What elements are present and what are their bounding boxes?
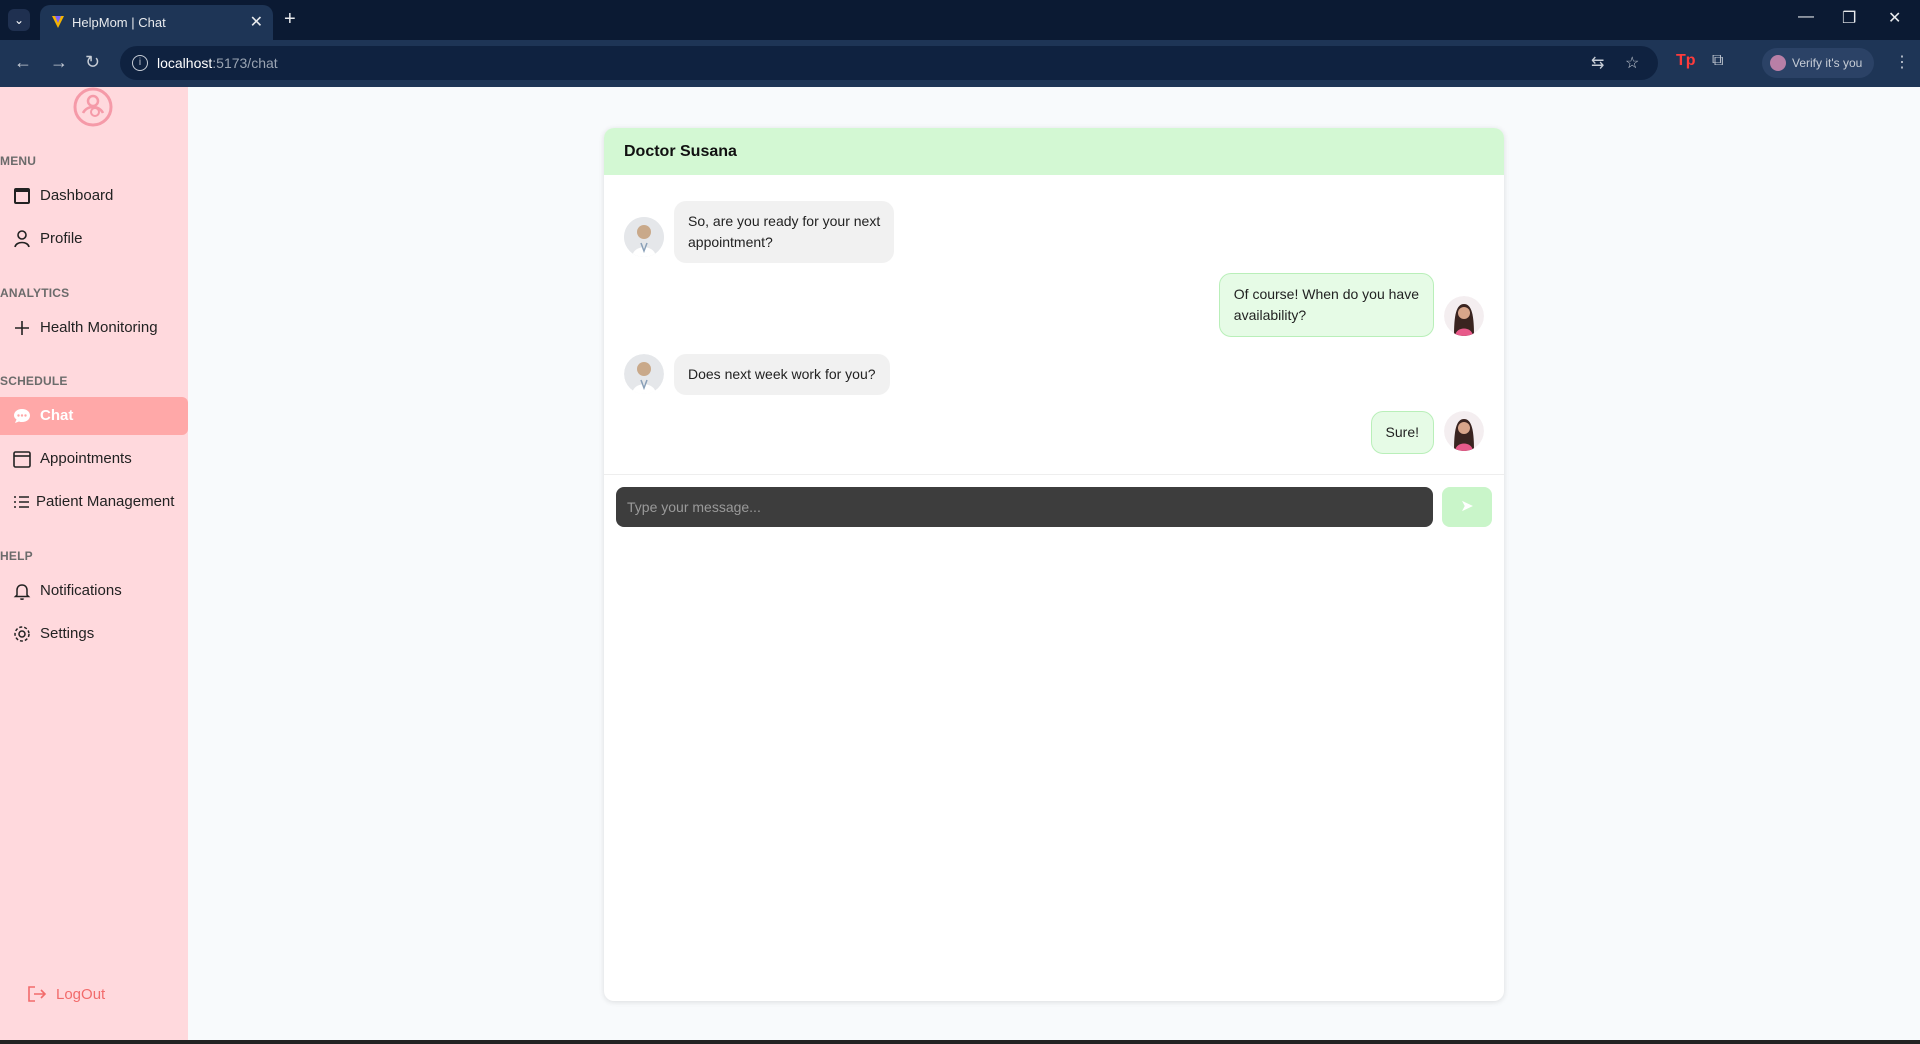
sidebar-item-notifications[interactable]: Notifications bbox=[0, 572, 188, 610]
section-help: HELP bbox=[0, 549, 33, 563]
back-icon[interactable]: ← bbox=[14, 52, 32, 73]
send-icon: ➤ bbox=[1460, 498, 1474, 515]
browser-tab-bar: ⌄ HelpMom | Chat ✕ + — ❐ ✕ bbox=[0, 0, 1920, 40]
tab-list-button[interactable]: ⌄ bbox=[8, 9, 30, 31]
message-bubble-outgoing: Of course! When do you have availability… bbox=[1218, 273, 1434, 337]
extension-tp-icon[interactable]: Tp bbox=[1676, 52, 1696, 70]
translate-icon[interactable]: ⇆ bbox=[1591, 53, 1604, 73]
browser-menu-icon[interactable]: ⋮ bbox=[1894, 52, 1910, 72]
section-analytics: ANALYTICS bbox=[0, 286, 70, 300]
sidebar-item-dashboard[interactable]: Dashboard bbox=[0, 177, 188, 215]
close-window-icon[interactable]: ✕ bbox=[1888, 8, 1901, 28]
extensions-puzzle-icon[interactable]: ⧉ bbox=[1712, 52, 1723, 70]
sidebar-item-appointments[interactable]: Appointments bbox=[0, 440, 188, 478]
app-favicon-icon bbox=[52, 16, 64, 28]
taskbar-edge bbox=[0, 1040, 1920, 1044]
profile-button[interactable]: Verify it's you bbox=[1762, 48, 1874, 78]
chat-contact-name: Doctor Susana bbox=[624, 143, 737, 160]
sidebar-item-chat[interactable]: Chat bbox=[0, 397, 188, 435]
chat-header: Doctor Susana bbox=[604, 128, 1504, 175]
chat-icon bbox=[14, 409, 30, 423]
dashboard-icon bbox=[14, 188, 30, 204]
logout-icon bbox=[28, 986, 47, 1002]
chat-panel: Doctor Susana So, are you ready for your… bbox=[604, 128, 1504, 1001]
send-button[interactable]: ➤ bbox=[1442, 487, 1492, 527]
patient-avatar bbox=[1444, 296, 1484, 336]
app-root: MENU Dashboard Profile ANALYTICS Health … bbox=[0, 87, 1920, 1044]
plus-icon bbox=[15, 321, 29, 335]
gear-icon bbox=[14, 626, 30, 642]
tab-close-icon[interactable]: ✕ bbox=[250, 12, 263, 32]
new-tab-icon[interactable]: + bbox=[284, 8, 296, 31]
patient-avatar bbox=[1444, 411, 1484, 451]
sidebar-item-health-monitoring[interactable]: Health Monitoring bbox=[0, 309, 188, 347]
list-icon bbox=[14, 496, 29, 508]
calendar-icon bbox=[13, 451, 31, 468]
tab-title: HelpMom | Chat bbox=[72, 15, 166, 30]
user-icon bbox=[14, 230, 30, 248]
minimize-icon[interactable]: — bbox=[1798, 8, 1814, 26]
forward-icon[interactable]: → bbox=[50, 52, 68, 73]
helpmom-logo-icon bbox=[73, 87, 113, 127]
bookmark-star-icon[interactable]: ☆ bbox=[1625, 53, 1639, 73]
sidebar-item-patient-management[interactable]: Patient Management bbox=[0, 483, 188, 521]
message-input[interactable] bbox=[616, 487, 1433, 527]
section-schedule: SCHEDULE bbox=[0, 374, 68, 388]
profile-avatar bbox=[1770, 55, 1786, 71]
doctor-avatar bbox=[624, 217, 664, 257]
url-text: localhost:5173/chat bbox=[157, 55, 278, 71]
browser-toolbar: ← → ↻ i localhost:5173/chat ⇆ ☆ Tp ⧉ Ver… bbox=[0, 40, 1920, 87]
restore-icon[interactable]: ❐ bbox=[1842, 8, 1856, 28]
message-bubble-incoming: So, are you ready for your next appointm… bbox=[674, 201, 895, 263]
address-bar[interactable]: i localhost:5173/chat ⇆ ☆ bbox=[120, 46, 1658, 80]
section-menu: MENU bbox=[0, 154, 37, 168]
message-bubble-incoming: Does next week work for you? bbox=[674, 354, 890, 395]
composer-divider bbox=[604, 474, 1504, 475]
sidebar-item-settings[interactable]: Settings bbox=[0, 615, 188, 653]
bell-icon bbox=[13, 584, 31, 600]
sidebar-item-profile[interactable]: Profile bbox=[0, 220, 188, 258]
doctor-avatar bbox=[624, 354, 664, 394]
message-bubble-outgoing: Sure! bbox=[1370, 411, 1434, 454]
browser-tab[interactable]: HelpMom | Chat ✕ bbox=[40, 5, 273, 40]
site-info-icon[interactable]: i bbox=[132, 55, 148, 71]
sidebar: MENU Dashboard Profile ANALYTICS Health … bbox=[0, 87, 188, 1044]
reload-icon[interactable]: ↻ bbox=[85, 52, 100, 73]
